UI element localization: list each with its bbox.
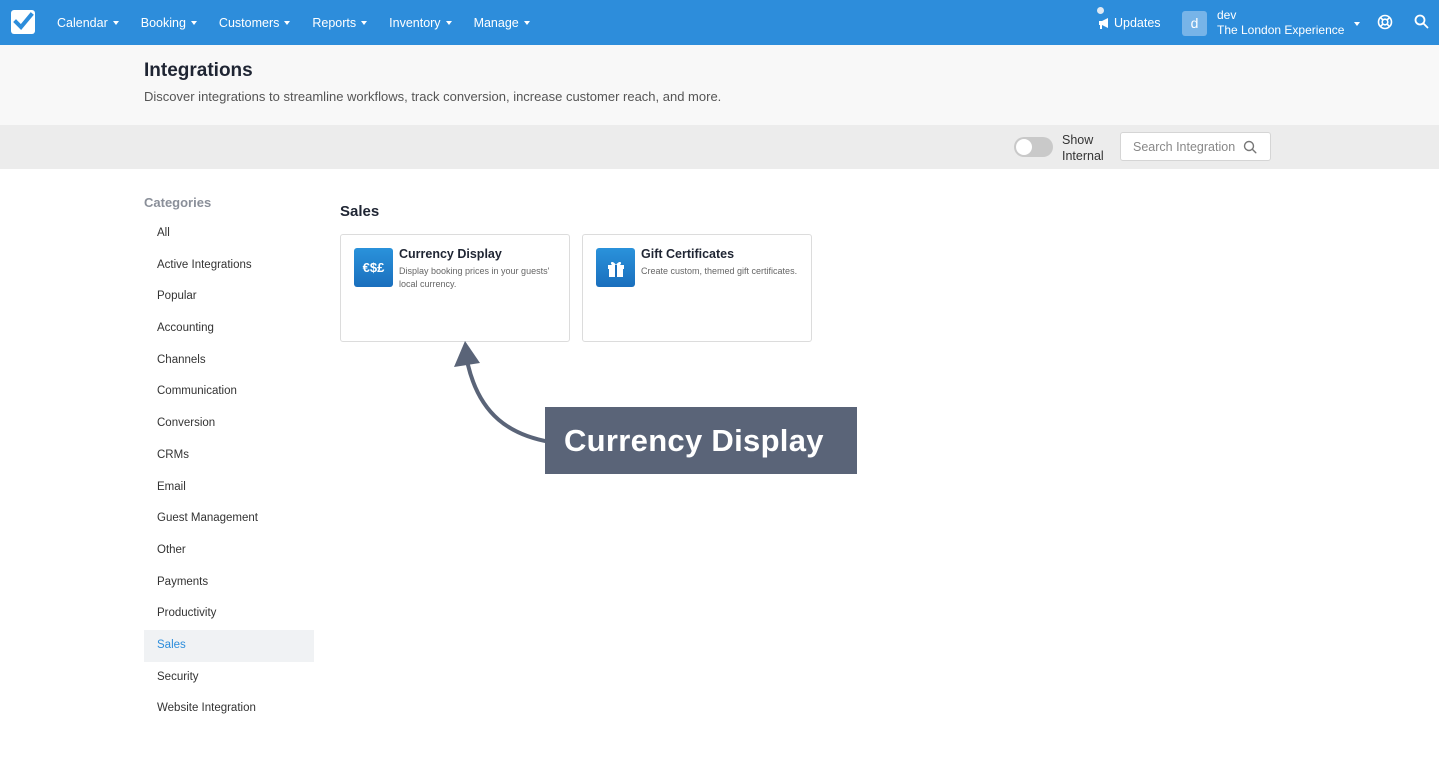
megaphone-icon [1099,17,1108,29]
avatar: d [1182,10,1207,36]
category-productivity[interactable]: Productivity [144,598,314,630]
nav-manage-label: Manage [473,15,519,30]
nav-customers-label: Customers [218,15,280,30]
search-icon [1243,140,1257,154]
notification-dot [1097,7,1104,14]
category-channels[interactable]: Channels [144,345,314,377]
user-menu[interactable]: d dev The London Experience [1182,8,1361,38]
currency-icon: €$£ [354,248,393,287]
show-internal-label-line2: Internal [1062,149,1104,163]
card-description: Display booking prices in your guests' l… [399,266,550,289]
search-integration-input[interactable] [1121,133,1247,160]
categories-title: Categories [144,195,212,210]
category-other[interactable]: Other [144,535,314,567]
nav-calendar-label: Calendar [57,15,108,30]
nav-reports[interactable]: Reports [301,16,378,30]
annotation-arrow [454,341,552,444]
updates-button[interactable]: Updates [1097,0,1161,45]
category-guest-management[interactable]: Guest Management [144,503,314,535]
nav-inventory-label: Inventory [389,15,441,30]
chevron-down-icon [112,21,119,25]
page-header: Integrations Discover integrations to st… [0,45,1439,125]
nav-booking[interactable]: Booking [130,16,208,30]
category-popular[interactable]: Popular [144,281,314,313]
nav-reports-label: Reports [312,15,357,30]
user-company: The London Experience [1217,23,1345,37]
section-title: Sales [340,203,380,220]
chevron-down-icon [445,21,452,25]
main-nav: Calendar Booking Customers Reports Inven… [46,0,541,45]
nav-calendar[interactable]: Calendar [46,16,130,30]
category-payments[interactable]: Payments [144,567,314,599]
category-conversion[interactable]: Conversion [144,408,314,440]
user-name: dev [1217,8,1237,22]
nav-booking-label: Booking [140,15,186,30]
category-active-integrations[interactable]: Active Integrations [144,250,314,282]
category-sales[interactable]: Sales [144,629,314,662]
integration-card-currency-display[interactable]: €$£ Currency Display Display booking pri… [340,234,570,342]
show-internal-label: Show Internal [1062,132,1104,164]
chevron-down-icon [361,21,368,25]
gift-icon [596,248,635,287]
category-crms[interactable]: CRMs [144,440,314,472]
nav-customers[interactable]: Customers [208,16,301,30]
search-icon[interactable] [1414,14,1429,34]
search-integration-box [1120,132,1271,161]
category-website-integration[interactable]: Website Integration [144,693,314,725]
card-description: Create custom, themed gift certificates. [641,266,798,276]
show-internal-label-line1: Show [1062,133,1094,147]
help-lifebuoy-icon[interactable] [1377,14,1393,35]
category-accounting[interactable]: Accounting [144,313,314,345]
category-all[interactable]: All [144,218,314,250]
category-email[interactable]: Email [144,472,314,504]
show-internal-toggle[interactable] [1014,137,1053,157]
user-info: dev The London Experience [1217,8,1344,38]
chevron-down-icon [523,21,530,25]
integration-card-gift-certificates[interactable]: Gift Certificates Create custom, themed … [582,234,812,342]
annotation-callout: Currency Display [545,407,857,474]
app-logo-check-icon[interactable] [11,10,35,34]
category-communication[interactable]: Communication [144,376,314,408]
toggle-knob [1016,139,1032,155]
nav-inventory[interactable]: Inventory [378,16,462,30]
card-name: Gift Certificates [641,247,735,261]
categories-list: All Active Integrations Popular Accounti… [144,218,314,725]
card-name: Currency Display [399,247,502,261]
chevron-down-icon [190,21,197,25]
updates-label: Updates [1114,15,1161,30]
chevron-down-icon [284,21,291,25]
top-nav-bar: Calendar Booking Customers Reports Inven… [0,0,1439,45]
category-security[interactable]: Security [144,662,314,694]
page-subtitle: Discover integrations to streamline work… [144,89,722,104]
nav-manage[interactable]: Manage [463,16,541,30]
page-title: Integrations [144,60,253,81]
chevron-down-icon [1354,21,1361,26]
